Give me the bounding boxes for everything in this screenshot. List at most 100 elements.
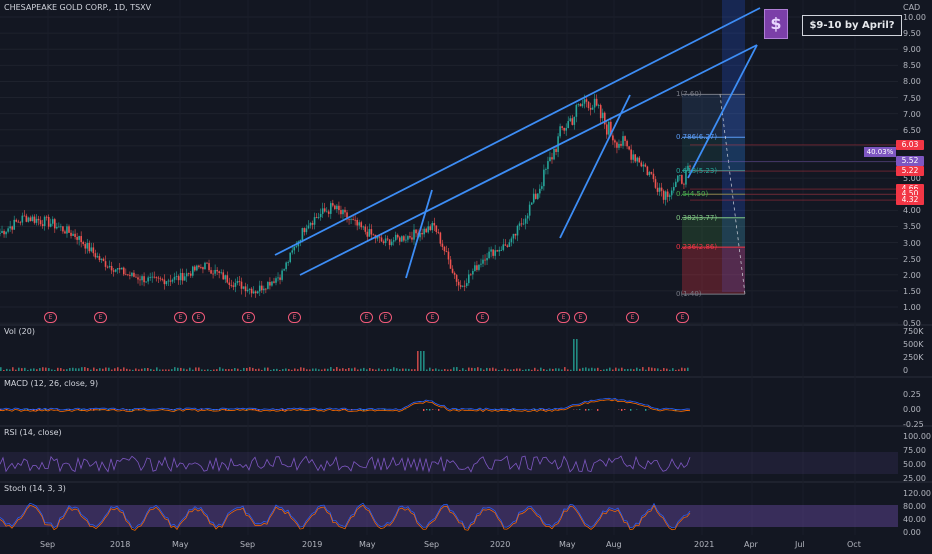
volume-bar <box>384 369 386 371</box>
earnings-marker[interactable]: E <box>174 312 187 323</box>
volume-bar <box>252 368 254 371</box>
volume-bar <box>435 368 437 371</box>
candle-body <box>586 99 588 101</box>
candle-body <box>539 189 541 194</box>
candle-body <box>486 258 488 260</box>
candle-body <box>330 203 332 214</box>
candle-body <box>454 273 456 275</box>
stoch-pane-title: Stoch (14, 3, 3) <box>4 484 66 494</box>
macd-histogram-bar <box>426 409 427 410</box>
candle-body <box>281 270 283 279</box>
volume-bar <box>450 369 452 371</box>
candle-body <box>267 282 269 289</box>
candle-body <box>48 217 50 227</box>
candle-body <box>206 263 208 264</box>
volume-bar <box>387 369 389 371</box>
candle-body <box>383 241 385 243</box>
volume-bar <box>525 369 527 371</box>
macd-histogram-bar <box>438 409 439 411</box>
volume-bar <box>144 368 146 371</box>
candle-body <box>423 229 425 235</box>
volume-bar <box>27 370 29 371</box>
candle-body <box>590 108 592 110</box>
chart-canvas <box>0 0 932 550</box>
candle-body <box>182 273 184 281</box>
earnings-marker[interactable]: E <box>476 312 489 323</box>
volume-bar <box>624 369 626 371</box>
candle-body <box>626 141 628 146</box>
volume-bar <box>267 368 269 371</box>
earnings-marker[interactable]: E <box>557 312 570 323</box>
candle-body <box>444 247 446 251</box>
earnings-marker[interactable]: E <box>242 312 255 323</box>
candle-body <box>433 223 435 225</box>
volume-bar <box>633 369 635 371</box>
macd-pane-title: MACD (12, 26, close, 9) <box>4 379 98 389</box>
candle-body <box>111 266 113 270</box>
earnings-marker[interactable]: E <box>574 312 587 323</box>
candle-body <box>212 274 214 275</box>
volume-bar <box>183 369 185 371</box>
volume-bar <box>291 370 293 371</box>
candle-body <box>484 260 486 261</box>
candle-body <box>119 268 121 269</box>
earnings-marker[interactable]: E <box>379 312 392 323</box>
candle-body <box>549 157 551 161</box>
candle-body <box>665 192 667 200</box>
candle-body <box>425 229 427 233</box>
earnings-marker[interactable]: E <box>94 312 107 323</box>
candle-body <box>174 277 176 280</box>
candle-body <box>561 126 563 128</box>
annotation-note[interactable]: $9-10 by April? <box>802 15 902 36</box>
candle-body <box>525 218 527 223</box>
volume-bar <box>594 368 596 371</box>
earnings-marker[interactable]: E <box>44 312 57 323</box>
macd-tick-label: 0.00 <box>903 405 932 414</box>
candle-body <box>352 219 354 220</box>
candle-body <box>643 165 645 167</box>
candle-body <box>164 280 166 285</box>
volume-bar <box>219 367 221 371</box>
macd-histogram-bar <box>624 409 625 410</box>
candle-body <box>415 230 417 234</box>
dollar-icon[interactable]: $ <box>764 9 788 39</box>
volume-bar <box>501 370 503 371</box>
volume-bar <box>471 368 473 371</box>
volume-bar <box>660 370 662 371</box>
candle-body <box>188 273 190 274</box>
candle-body <box>271 281 273 285</box>
earnings-marker[interactable]: E <box>426 312 439 323</box>
volume-bar <box>378 368 380 371</box>
volume-bar <box>597 368 599 371</box>
volume-bar <box>381 370 383 371</box>
candle-body <box>358 222 360 225</box>
candle-body <box>371 229 373 234</box>
volume-bar <box>429 368 431 371</box>
earnings-marker[interactable]: E <box>192 312 205 323</box>
candle-body <box>411 238 413 240</box>
volume-bar <box>543 369 545 371</box>
volume-bar <box>528 369 530 371</box>
volume-bar <box>270 370 272 371</box>
macd-histogram-bar <box>588 409 589 410</box>
candle-body <box>478 265 480 270</box>
volume-bar <box>654 368 656 371</box>
earnings-marker[interactable]: E <box>626 312 639 323</box>
candle-body <box>632 154 634 159</box>
volume-bar <box>174 367 176 371</box>
earnings-marker[interactable]: E <box>676 312 689 323</box>
candle-body <box>13 220 15 230</box>
earnings-marker[interactable]: E <box>288 312 301 323</box>
candle-body <box>149 277 151 278</box>
candle-body <box>3 231 5 234</box>
candle-body <box>229 283 231 285</box>
volume-bar <box>651 368 653 371</box>
volume-bar <box>24 368 26 371</box>
earnings-marker[interactable]: E <box>360 312 373 323</box>
fib-level-label: 0.618(5.23) <box>676 166 717 176</box>
vol-tick-label: 500K <box>903 340 932 349</box>
candle-body <box>312 223 314 225</box>
candle-body <box>440 233 442 244</box>
rsi-pane-title: RSI (14, close) <box>4 428 62 438</box>
candle-body <box>166 281 168 284</box>
